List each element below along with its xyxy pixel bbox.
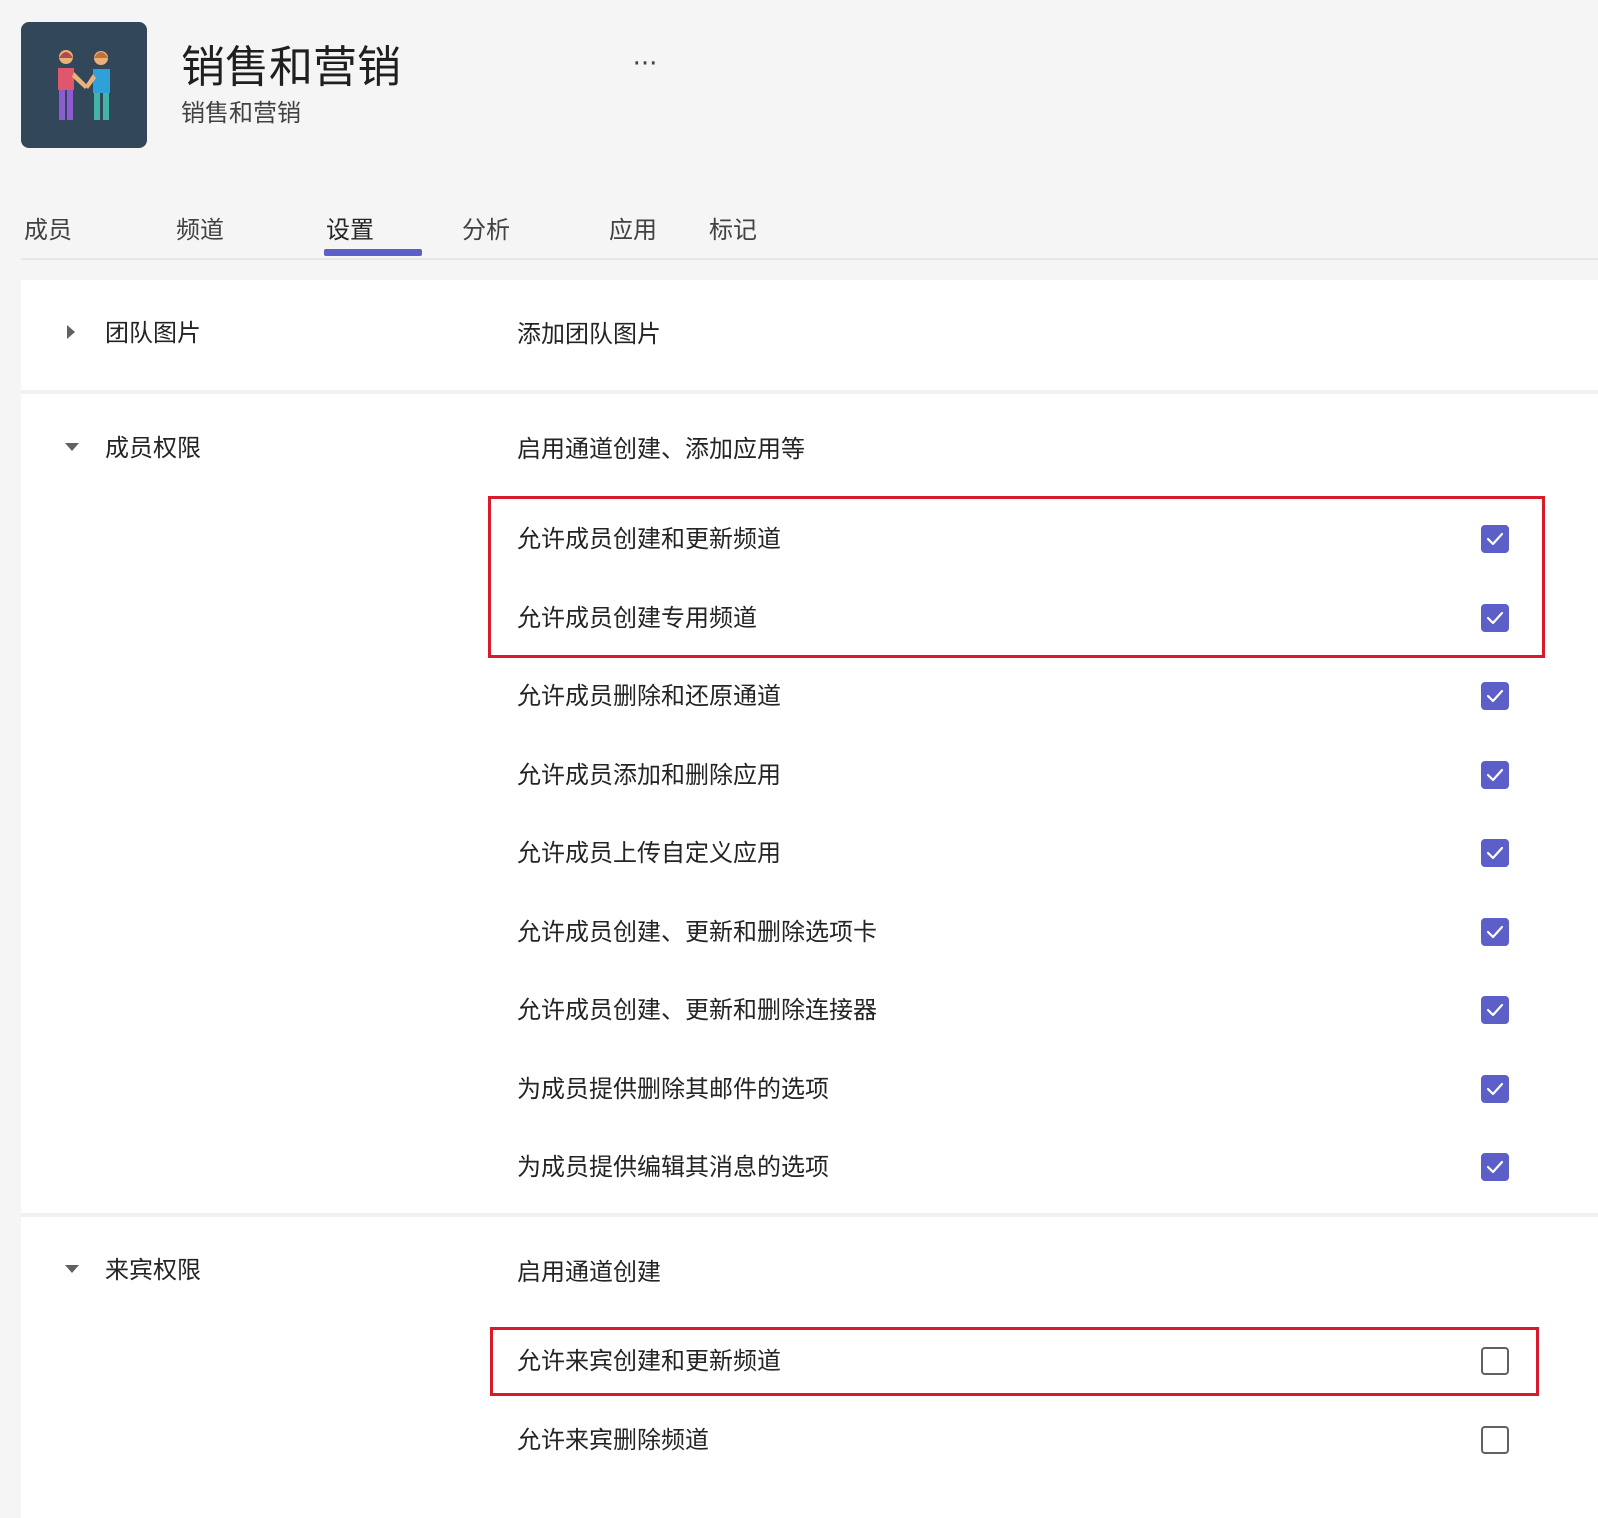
tab-bar: 成员 频道 设置 分析 应用 标记 [21, 200, 1598, 260]
member-permission-option-checkbox[interactable] [1481, 603, 1509, 632]
member-permission-option-checkbox[interactable] [1481, 839, 1509, 867]
tab-channels[interactable]: 频道 [176, 210, 224, 250]
member-permission-option-checkbox[interactable] [1481, 760, 1509, 789]
tab-members[interactable]: 成员 [24, 210, 72, 250]
section-divider [21, 390, 1598, 394]
member-permission-option-label: 允许成员创建专用频道 [517, 603, 757, 632]
member-permission-option-checkbox[interactable] [1481, 1074, 1509, 1103]
guest-permission-option-checkbox[interactable] [1481, 1426, 1509, 1454]
member-permissions-collapse-toggle[interactable] [57, 428, 97, 468]
checkmark-icon [1486, 689, 1504, 703]
member-permission-option-label: 允许成员上传自定义应用 [517, 839, 781, 867]
tab-analytics[interactable]: 分析 [462, 210, 510, 250]
member-permission-option-label: 允许成员添加和删除应用 [517, 760, 781, 789]
member-permission-option-checkbox[interactable] [1481, 917, 1509, 946]
more-options-button[interactable]: ··· [622, 46, 668, 82]
tab-tags[interactable]: 标记 [709, 210, 757, 250]
member-permission-option-checkbox[interactable] [1481, 1153, 1509, 1181]
caret-down-icon [65, 1265, 79, 1273]
tab-apps[interactable]: 应用 [609, 210, 657, 250]
member-permission-option-label: 允许成员删除和还原通道 [517, 682, 781, 710]
member-permission-option-checkbox[interactable] [1481, 682, 1509, 710]
member-permission-option-label: 允许成员创建、更新和删除选项卡 [517, 917, 877, 946]
checkmark-icon [1486, 1082, 1504, 1095]
guest-permission-option-checkbox[interactable] [1481, 1347, 1509, 1375]
member-permission-option-checkbox[interactable] [1481, 996, 1509, 1024]
checkmark-icon [1486, 532, 1504, 546]
guest-permissions-label: 来宾权限 [105, 1256, 201, 1284]
team-picture-expand-toggle[interactable] [57, 313, 97, 353]
team-title: 销售和营销 [181, 42, 401, 93]
member-permission-option-label: 为成员提供删除其邮件的选项 [517, 1074, 829, 1103]
guest-permissions-description: 启用通道创建 [517, 1258, 661, 1286]
checkmark-icon [1486, 1160, 1504, 1174]
checkmark-icon [1486, 925, 1504, 938]
checkmark-icon [1486, 1003, 1504, 1017]
settings-panel: 团队图片 添加团队图片 成员权限 启用通道创建、添加应用等 允许成员创建和更新频… [21, 280, 1598, 1518]
team-picture-label: 团队图片 [105, 319, 201, 347]
guest-permission-option-label: 允许来宾删除频道 [517, 1426, 709, 1454]
guest-permission-option-label: 允许来宾创建和更新频道 [517, 1347, 781, 1375]
member-permissions-description: 启用通道创建、添加应用等 [517, 435, 805, 463]
checkmark-icon [1486, 768, 1504, 781]
checkmark-icon [1486, 611, 1504, 624]
caret-down-icon [65, 443, 79, 451]
member-permission-option-label: 允许成员创建和更新频道 [517, 525, 781, 553]
people-handshake-icon [58, 50, 110, 120]
member-permissions-label: 成员权限 [105, 434, 201, 462]
member-permission-option-checkbox[interactable] [1481, 525, 1509, 553]
member-permission-option-label: 允许成员创建、更新和删除连接器 [517, 996, 877, 1024]
team-avatar [21, 22, 147, 148]
section-divider [21, 1213, 1598, 1217]
tab-settings[interactable]: 设置 [326, 210, 374, 250]
team-subtitle: 销售和营销 [181, 99, 301, 127]
team-header: 销售和营销 销售和营销 ··· [0, 0, 1598, 200]
active-tab-indicator [324, 249, 422, 256]
checkmark-icon [1486, 846, 1504, 860]
caret-right-icon [67, 325, 75, 339]
member-permission-option-label: 为成员提供编辑其消息的选项 [517, 1153, 829, 1181]
guest-permissions-collapse-toggle[interactable] [57, 1250, 97, 1290]
team-picture-description: 添加团队图片 [517, 320, 661, 348]
